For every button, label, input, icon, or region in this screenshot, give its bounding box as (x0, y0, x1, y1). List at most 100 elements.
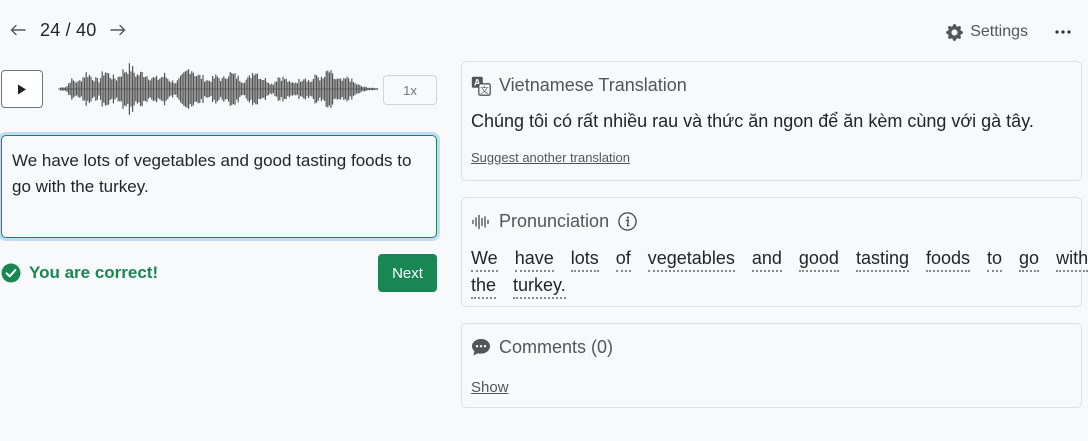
waveform-bar (114, 78, 116, 100)
play-button[interactable] (1, 70, 43, 108)
pronunciation-word[interactable]: go (1019, 245, 1040, 272)
waveform-bar (335, 79, 337, 99)
next-exercise-button[interactable] (108, 17, 128, 43)
waveform-bar (252, 72, 254, 105)
settings-label: Settings (970, 23, 1028, 40)
prev-button[interactable] (8, 17, 28, 43)
waveform-bar (341, 80, 343, 98)
pronunciation-word[interactable]: We (471, 245, 498, 272)
waveform-bar (79, 80, 81, 98)
pronunciation-word[interactable]: good (798, 245, 839, 272)
waveform-bar (268, 83, 270, 96)
waveform-bar (210, 82, 212, 96)
waveform-bar (336, 78, 338, 100)
waveform-bar (61, 87, 63, 91)
waveform-bar (60, 87, 62, 91)
pronunciation-word[interactable]: and (751, 245, 782, 272)
play-icon (18, 84, 26, 94)
waveform-bar (223, 76, 225, 102)
pronunciation-word[interactable]: the (471, 272, 497, 299)
translation-card: A文 Vietnamese Translation Chúng tôi có r… (461, 61, 1082, 181)
pronunciation-word[interactable]: turkey. (513, 272, 566, 299)
waveform-bar (260, 78, 262, 100)
show-comments-link[interactable]: Show (471, 379, 509, 396)
waveform-bar (82, 77, 84, 101)
waveform-bar (168, 81, 170, 97)
waveform-bar (293, 83, 295, 95)
waveform-bar (228, 76, 230, 102)
waveform-bar (245, 79, 247, 99)
waveform-bar (136, 74, 138, 104)
waveform-bar (77, 81, 79, 97)
waveform-bar (186, 70, 188, 108)
waveform-bar (261, 80, 263, 98)
waveform-bar (96, 78, 98, 100)
waveform-bar (191, 71, 193, 107)
waveform-bar (375, 88, 377, 90)
waveform-bar (122, 69, 124, 109)
pronunciation-word[interactable]: with (1056, 245, 1088, 272)
pronunciation-word[interactable]: tasting (855, 245, 909, 272)
waveform-bar (236, 78, 238, 100)
pronunciation-word[interactable]: vegetables (647, 245, 735, 272)
soundwave-icon (471, 212, 491, 232)
waveform-bar (199, 75, 201, 103)
waveform-bar (372, 87, 374, 91)
waveform-bar (328, 72, 330, 106)
waveform-bar (229, 72, 231, 106)
waveform-bar (247, 77, 249, 101)
waveform-bar (133, 72, 135, 106)
pronunciation-word[interactable]: lots (570, 245, 599, 272)
waveform-bar (352, 82, 354, 96)
waveform-bar (359, 85, 361, 93)
translation-text: Chúng tôi có rất nhiều rau và thức ăn ng… (471, 111, 1034, 131)
waveform-bar (204, 81, 206, 97)
pronunciation-word[interactable]: foods (925, 245, 971, 272)
waveform-bar (80, 81, 82, 97)
waveform-bar (248, 75, 250, 103)
waveform-bar (151, 78, 153, 100)
pronunciation-card: Pronunciation We have lots of vegetables and g… (461, 197, 1088, 307)
waveform-bar (106, 72, 108, 106)
more-options-button[interactable] (1054, 22, 1072, 42)
waveform-bar (332, 73, 334, 105)
waveform-bar (212, 76, 214, 102)
waveform-bar (277, 77, 279, 101)
playback-speed-button[interactable]: 1x (383, 75, 437, 105)
waveform-bar (220, 81, 222, 97)
waveform-bar (128, 63, 130, 115)
waveform-bar (240, 82, 242, 96)
pronunciation-word[interactable]: have (514, 245, 554, 272)
waveform-bar (292, 82, 294, 96)
waveform-bar (285, 78, 287, 100)
arrow-right-icon (110, 24, 126, 36)
waveform-bar (117, 76, 119, 102)
waveform-bar (64, 87, 66, 91)
waveform-bar (184, 71, 186, 107)
audio-waveform[interactable] (58, 58, 378, 120)
waveform-bar (346, 76, 348, 102)
info-icon[interactable] (618, 212, 637, 231)
waveform-bar (256, 73, 258, 105)
waveform-bar (242, 82, 244, 95)
waveform-bar (322, 78, 324, 100)
comments-title: Comments (0) (499, 337, 614, 357)
waveform-bar (234, 73, 236, 105)
waveform-bar (269, 84, 271, 94)
answer-input[interactable] (1, 135, 437, 238)
waveform-bar (271, 83, 273, 95)
waveform-bar (365, 87, 367, 91)
settings-button[interactable]: Settings (946, 23, 1028, 41)
pronunciation-word[interactable]: to (987, 245, 1003, 272)
next-button[interactable]: Next (378, 254, 437, 292)
waveform-bar (98, 82, 100, 96)
suggest-translation-link[interactable]: Suggest another translation (471, 150, 630, 165)
waveform-bar (301, 81, 303, 97)
waveform-bar (309, 82, 311, 96)
waveform-bar (360, 86, 362, 92)
waveform-bar (165, 77, 167, 101)
pronunciation-title: Pronunciation (499, 211, 610, 231)
waveform-bar (317, 77, 319, 101)
waveform-bar (279, 77, 281, 101)
pronunciation-word[interactable]: of (615, 245, 631, 272)
